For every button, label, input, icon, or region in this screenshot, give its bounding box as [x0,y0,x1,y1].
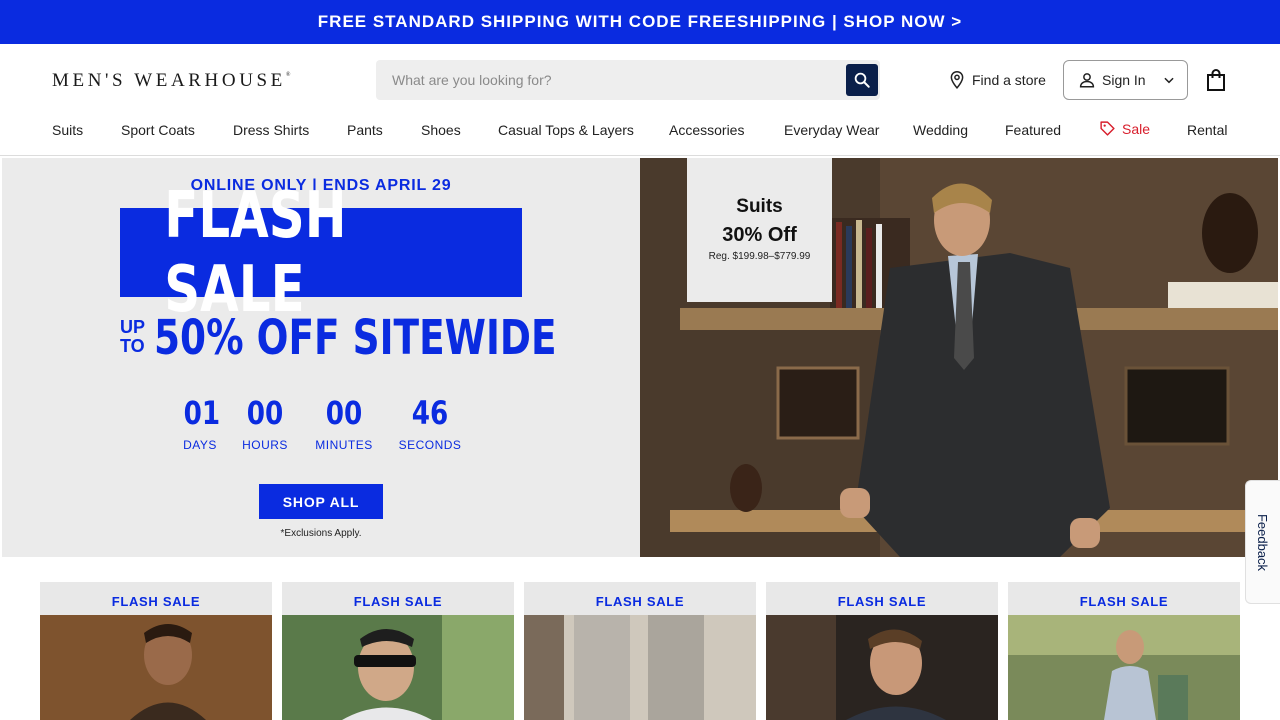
cart-button[interactable] [1205,68,1227,97]
product-tile[interactable]: FLASH SALE [40,582,272,720]
up-to-label: UP TO [120,318,145,356]
nav-item-sale[interactable]: Sale [1099,120,1150,137]
exclusions-note: *Exclusions Apply. [280,528,362,539]
seconds-value: 46 [411,394,449,432]
promo-text: FREE STANDARD SHIPPING WITH CODE FREESHI… [317,12,963,31]
offer-headline: 50% OFF SITEWIDE* [154,306,676,366]
tile-image [282,615,514,720]
location-pin-icon [950,70,964,90]
product-tile[interactable]: FLASH SALE [282,582,514,720]
minutes-label: MINUTES [315,438,373,452]
find-store-label: Find a store [972,72,1046,88]
nav-item-accessories[interactable]: Accessories [669,122,744,138]
badge-regular-price: Reg. $199.98–$779.99 [708,251,811,262]
site-header: MEN'S WEARHOUSE® Find a store Sign In Su… [0,44,1280,156]
logo-text: MEN'S WEARHOUSE [52,70,286,91]
offer-text: 50% OFF SITEWIDE [154,310,557,366]
nav-item-pants[interactable]: Pants [347,122,383,138]
sign-in-button[interactable]: Sign In [1063,60,1188,100]
shop-all-button[interactable]: SHOP ALL [259,484,383,519]
days-label: DAYS [183,438,217,452]
tile-label: FLASH SALE [595,594,685,609]
search-button[interactable] [846,64,878,96]
suits-offer-badge: Suits 30% Off Reg. $199.98–$779.99 [687,158,832,302]
nav-item-dress-shirts[interactable]: Dress Shirts [233,122,309,138]
logo[interactable]: MEN'S WEARHOUSE® [52,70,290,92]
hero-promo-panel: ONLINE ONLY | ENDS APRIL 29 FLASH SALE U… [2,158,676,557]
nav-item-rental[interactable]: Rental [1187,122,1227,138]
nav-item-everyday-wear[interactable]: Everyday Wear [784,122,879,138]
countdown-days: 01 DAYS [180,394,220,452]
countdown-seconds: 46 SECONDS [395,394,465,452]
days-value: 01 [183,394,221,432]
up-text: UP [120,317,146,337]
main-nav: Suits Sport Coats Dress Shirts Pants Sho… [0,118,1280,142]
logo-mark: ® [285,72,291,78]
product-tile[interactable]: FLASH SALE [524,582,756,720]
flash-sale-text: FLASH SALE [164,178,347,327]
nav-item-shoes[interactable]: Shoes [421,122,461,138]
feedback-label: Feedback [1255,513,1271,571]
shopping-bag-icon [1207,69,1225,91]
flash-sale-headline: FLASH SALE [120,179,522,327]
nav-item-casual-tops[interactable]: Casual Tops & Layers [498,122,634,138]
nav-item-sport-coats[interactable]: Sport Coats [121,122,195,138]
nav-item-suits[interactable]: Suits [52,122,83,138]
nav-item-featured[interactable]: Featured [1005,122,1061,138]
nav-item-wedding[interactable]: Wedding [913,122,968,138]
find-store-link[interactable]: Find a store [948,70,1046,90]
tile-label: FLASH SALE [1079,594,1169,609]
tile-image [40,615,272,720]
badge-offer: 30% Off [722,224,797,246]
search-icon [854,72,870,88]
tile-image [766,615,998,720]
minutes-value: 00 [325,394,363,432]
sign-in-label: Sign In [1102,72,1146,88]
seconds-label: SECONDS [398,438,462,452]
tile-image [1008,615,1240,720]
sale-label: Sale [1122,120,1151,137]
feedback-tab[interactable]: Feedback [1245,480,1280,604]
hours-label: HOURS [242,438,288,452]
hero-image-panel[interactable]: Suits 30% Off Reg. $199.98–$779.99 [640,158,1278,557]
tag-icon [1100,121,1115,136]
to-text: TO [120,336,145,356]
countdown-timer: 01 DAYS 00 HOURS 00 MINUTES 46 SECONDS [2,394,640,464]
countdown-minutes: 00 MINUTES [310,394,378,452]
tile-label: FLASH SALE [353,594,443,609]
hours-value: 00 [246,394,284,432]
tile-label: FLASH SALE [111,594,201,609]
product-tile[interactable]: FLASH SALE [1008,582,1240,720]
product-tile[interactable]: FLASH SALE [766,582,998,720]
search-bar [376,60,880,100]
tile-image [524,615,756,720]
search-input[interactable] [376,60,836,100]
badge-title: Suits [736,196,783,217]
promo-banner[interactable]: FREE STANDARD SHIPPING WITH CODE FREESHI… [0,0,1280,44]
user-icon [1079,73,1095,88]
chevron-down-icon [1163,77,1174,84]
tile-label: FLASH SALE [837,594,927,609]
countdown-hours: 00 HOURS [240,394,290,452]
